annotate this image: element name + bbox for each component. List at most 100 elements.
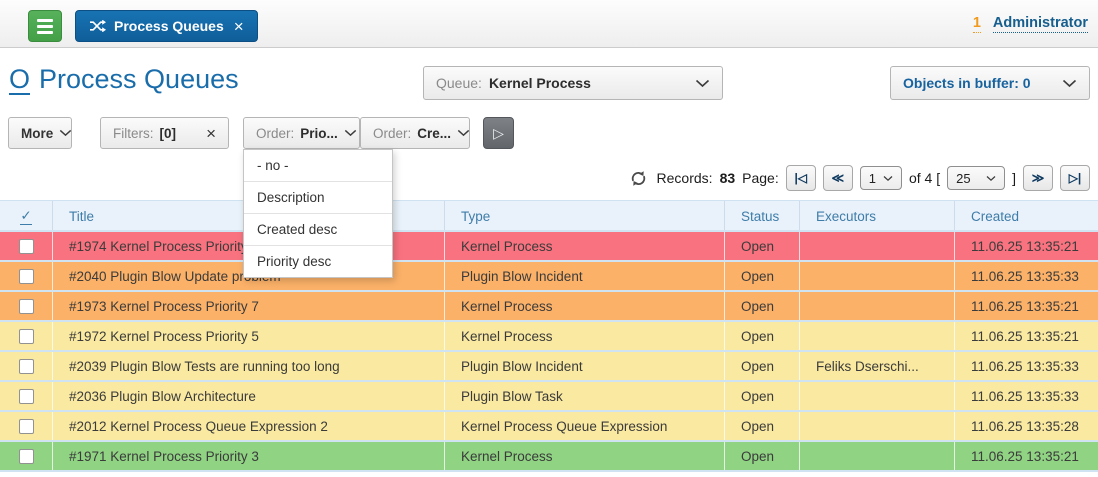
per-page-select[interactable]: 25 [947, 166, 1005, 190]
main-menu-button[interactable] [28, 10, 62, 42]
dropdown-option-created-desc[interactable]: Created desc [244, 213, 392, 245]
row-checkbox[interactable] [19, 389, 34, 404]
tab-process-queues[interactable]: Process Queues × [75, 10, 258, 42]
records-count: 83 [720, 170, 736, 186]
chevron-down-icon [344, 129, 357, 137]
column-header-status[interactable]: Status [725, 201, 800, 231]
tab-close-icon[interactable]: × [234, 18, 244, 35]
cell-executors: Feliks Dserschi... [800, 352, 955, 380]
table-row[interactable]: #2012 Kernel Process Queue Expression 2 … [0, 410, 1098, 440]
cell-type: Kernel Process [445, 232, 725, 260]
cell-status: Open [725, 352, 800, 380]
cell-title: #2036 Plugin Blow Architecture [53, 382, 445, 410]
clear-filters-icon[interactable]: × [206, 125, 216, 142]
table-row[interactable]: #1972 Kernel Process Priority 5 Kernel P… [0, 320, 1098, 350]
row-checkbox[interactable] [19, 299, 34, 314]
row-checkbox[interactable] [19, 269, 34, 284]
cell-executors [800, 442, 955, 470]
cell-title: #1973 Kernel Process Priority 7 [53, 292, 445, 320]
row-checkbox[interactable] [19, 239, 34, 254]
column-header-type[interactable]: Type [445, 201, 725, 231]
order-dropdown-menu: - no - Description Created desc Priority… [243, 149, 393, 278]
order-label: Order: [373, 126, 411, 141]
last-page-button[interactable]: ▷| [1060, 165, 1090, 191]
notification-badge[interactable]: 1 [973, 15, 981, 33]
table-row[interactable]: #1974 Kernel Process Priority Kernel Pro… [0, 230, 1098, 260]
row-checkbox[interactable] [19, 359, 34, 374]
page-of-text: of 4 [ [909, 170, 940, 186]
table-row[interactable]: #2039 Plugin Blow Tests are running too … [0, 350, 1098, 380]
cell-created: 11.06.25 13:35:21 [955, 322, 1098, 350]
table-row[interactable]: #2036 Plugin Blow Architecture Plugin Bl… [0, 380, 1098, 410]
cell-executors [800, 232, 955, 260]
row-checkbox[interactable] [19, 449, 34, 464]
filters-button[interactable]: Filters: [0] × [100, 117, 229, 149]
queue-value: Kernel Process [489, 75, 591, 91]
cell-status: Open [725, 292, 800, 320]
menu-icon [37, 31, 53, 34]
chevron-down-icon [457, 129, 470, 137]
cell-status: Open [725, 412, 800, 440]
select-all-cell: ✓ [0, 201, 53, 231]
previous-page-button[interactable]: ≪ [823, 165, 853, 191]
page-number-select[interactable]: 1 [860, 166, 902, 190]
cell-executors [800, 322, 955, 350]
next-page-button[interactable]: ≫ [1023, 165, 1053, 191]
chevron-down-icon [59, 129, 72, 137]
cell-created: 11.06.25 13:35:33 [955, 352, 1098, 380]
cell-type: Kernel Process [445, 292, 725, 320]
chevron-down-icon [883, 175, 893, 182]
objects-in-buffer-button[interactable]: Objects in buffer: 0 [890, 66, 1090, 100]
dropdown-option-no[interactable]: - no - [244, 150, 392, 181]
cell-executors [800, 412, 955, 440]
filters-count: [0] [160, 126, 177, 141]
cell-created: 11.06.25 13:35:33 [955, 262, 1098, 290]
refresh-icon[interactable] [630, 170, 647, 187]
cell-type: Plugin Blow Task [445, 382, 725, 410]
cell-type: Kernel Process [445, 442, 725, 470]
dropdown-option-description[interactable]: Description [244, 181, 392, 213]
cell-created: 11.06.25 13:35:21 [955, 292, 1098, 320]
row-checkbox[interactable] [19, 329, 34, 344]
order-priority-select[interactable]: Order: Prio... [243, 117, 360, 149]
user-menu[interactable]: Administrator [993, 15, 1088, 33]
table-row[interactable]: #1971 Kernel Process Priority 3 Kernel P… [0, 440, 1098, 470]
page-title: O Process Queues [9, 64, 239, 95]
menu-icon [37, 25, 53, 28]
cell-type: Plugin Blow Incident [445, 262, 725, 290]
cell-title: #2012 Kernel Process Queue Expression 2 [53, 412, 445, 440]
cell-status: Open [725, 322, 800, 350]
logo-link[interactable]: O [9, 65, 30, 95]
table-row[interactable]: #2040 Plugin Blow Update problem Plugin … [0, 260, 1098, 290]
column-header-executors[interactable]: Executors [800, 201, 955, 231]
more-button[interactable]: More [8, 117, 72, 149]
cell-executors [800, 292, 955, 320]
first-page-button[interactable]: |◁ [786, 165, 816, 191]
menu-icon [37, 19, 53, 22]
cell-created: 11.06.25 13:35:21 [955, 442, 1098, 470]
filters-label: Filters: [113, 126, 154, 141]
page-label: Page: [742, 170, 779, 186]
table-row[interactable]: #1973 Kernel Process Priority 7 Kernel P… [0, 290, 1098, 320]
queue-select[interactable]: Queue: Kernel Process [423, 66, 723, 100]
table-body: #1974 Kernel Process Priority Kernel Pro… [0, 230, 1098, 477]
more-label: More [21, 126, 53, 141]
cell-title: #2039 Plugin Blow Tests are running too … [53, 352, 445, 380]
cell-type: Plugin Blow Incident [445, 352, 725, 380]
column-header-created[interactable]: Created [955, 201, 1098, 231]
select-all-link[interactable]: ✓ [20, 208, 31, 225]
per-page-value: 25 [956, 171, 970, 186]
top-bar: Process Queues × 1 Administrator [0, 0, 1098, 48]
pagination-bar: Records: 83 Page: |◁ ≪ 1 of 4 [ 25 ] ≫ ▷… [630, 163, 1090, 193]
cell-executors [800, 382, 955, 410]
table-header: ✓ Title Type Status Executors Created [0, 200, 1098, 230]
dropdown-option-priority-desc[interactable]: Priority desc [244, 245, 392, 277]
cell-title: #1971 Kernel Process Priority 3 [53, 442, 445, 470]
run-button[interactable]: ▷ [483, 117, 514, 149]
tab-label: Process Queues [114, 18, 224, 34]
bracket-close-text: ] [1012, 170, 1016, 186]
order-priority-value: Prio... [300, 126, 338, 141]
order-created-select[interactable]: Order: Cre... [360, 117, 470, 149]
row-checkbox[interactable] [19, 419, 34, 434]
cell-status: Open [725, 262, 800, 290]
